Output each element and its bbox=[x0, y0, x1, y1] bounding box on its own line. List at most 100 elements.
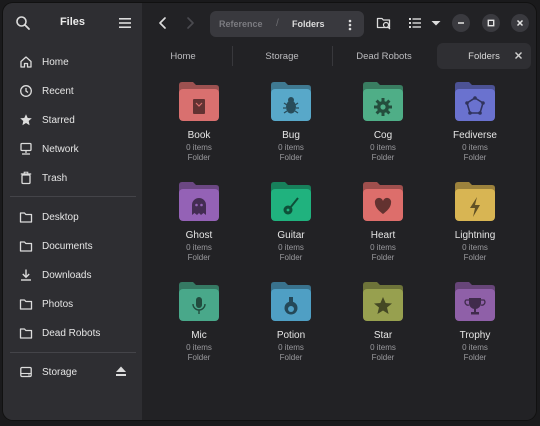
folder-item-potion[interactable]: Potion 0 items Folder bbox=[250, 279, 332, 369]
folder-item-heart[interactable]: Heart 0 items Folder bbox=[342, 179, 424, 269]
folder-item-count: 0 items bbox=[370, 243, 396, 252]
folder-type: Folder bbox=[463, 253, 487, 262]
folder-name: Fediverse bbox=[453, 130, 497, 141]
folder-item-count: 0 items bbox=[278, 243, 304, 252]
close-icon[interactable] bbox=[511, 14, 529, 32]
home-icon bbox=[19, 55, 33, 69]
folder-item-book[interactable]: Book 0 items Folder bbox=[158, 79, 240, 169]
trash-icon bbox=[19, 171, 33, 185]
maximize-icon[interactable] bbox=[482, 14, 500, 32]
folder-item-fediverse[interactable]: Fediverse 0 items Folder bbox=[434, 79, 516, 169]
folder-name: Potion bbox=[276, 330, 306, 341]
folder-type: Folder bbox=[187, 153, 211, 162]
eject-icon[interactable] bbox=[115, 365, 127, 378]
tab-bar: Home Storage Dead Robots Folders bbox=[142, 43, 536, 71]
sidebar-divider bbox=[10, 352, 136, 353]
folder-icon bbox=[19, 326, 33, 340]
sidebar-item-photos[interactable]: Photos bbox=[11, 291, 135, 317]
folder-type: Folder bbox=[371, 153, 395, 162]
path-segment-folders[interactable]: Folders bbox=[292, 19, 325, 29]
search-folder-icon[interactable] bbox=[376, 15, 392, 31]
sidebar-item-network[interactable]: Network bbox=[11, 136, 135, 162]
path-bar[interactable]: Reference / Folders bbox=[210, 11, 364, 37]
folder-item-count: 0 items bbox=[278, 343, 304, 352]
tab-storage[interactable]: Storage bbox=[234, 43, 330, 69]
sidebar: Files Home Recent Starred Network Trash bbox=[3, 3, 142, 420]
folder-type: Folder bbox=[279, 153, 303, 162]
star-icon bbox=[19, 113, 33, 127]
chevron-down-icon[interactable] bbox=[428, 15, 444, 31]
tab-folders[interactable]: Folders bbox=[437, 43, 531, 69]
sidebar-item-label: Downloads bbox=[42, 269, 92, 281]
folder-name: Ghost bbox=[185, 230, 213, 241]
minimize-icon[interactable] bbox=[452, 14, 470, 32]
back-icon[interactable] bbox=[155, 15, 171, 31]
folder-icon bbox=[19, 297, 33, 311]
tab-home[interactable]: Home bbox=[142, 43, 224, 69]
folder-item-count: 0 items bbox=[186, 343, 212, 352]
folder-type: Folder bbox=[463, 153, 487, 162]
folder-item-count: 0 items bbox=[370, 343, 396, 352]
sidebar-item-downloads[interactable]: Downloads bbox=[11, 262, 135, 288]
sidebar-item-label: Network bbox=[42, 143, 79, 155]
folder-item-count: 0 items bbox=[370, 143, 396, 152]
sidebar-item-label: Starred bbox=[42, 114, 75, 126]
tab-close-icon[interactable] bbox=[514, 51, 523, 60]
folder-type: Folder bbox=[187, 253, 211, 262]
folder-item-bug[interactable]: Bug 0 items Folder bbox=[250, 79, 332, 169]
sidebar-item-recent[interactable]: Recent bbox=[11, 78, 135, 104]
sidebar-item-starred[interactable]: Starred bbox=[11, 107, 135, 133]
folder-item-count: 0 items bbox=[462, 143, 488, 152]
sidebar-item-label: Trash bbox=[42, 172, 68, 184]
sidebar-item-label: Dead Robots bbox=[42, 327, 101, 339]
sidebar-item-label: Recent bbox=[42, 85, 74, 97]
sidebar-item-home[interactable]: Home bbox=[11, 49, 135, 75]
main-pane: Reference / Folders Home Storage Dead Ro… bbox=[142, 3, 536, 420]
network-icon bbox=[19, 142, 33, 156]
path-separator: / bbox=[276, 18, 279, 29]
tab-label: Folders bbox=[468, 50, 500, 62]
folder-type: Folder bbox=[187, 353, 211, 362]
folder-icon bbox=[19, 239, 33, 253]
folder-name: Heart bbox=[370, 230, 396, 241]
sidebar-item-label: Desktop bbox=[42, 211, 79, 223]
folder-item-lightning[interactable]: Lightning 0 items Folder bbox=[434, 179, 516, 269]
folder-type: Folder bbox=[279, 253, 303, 262]
tab-dead-robots[interactable]: Dead Robots bbox=[334, 43, 434, 69]
folder-item-star[interactable]: Star 0 items Folder bbox=[342, 279, 424, 369]
hamburger-menu-icon[interactable] bbox=[118, 16, 132, 30]
forward-icon[interactable] bbox=[182, 15, 198, 31]
folder-icon bbox=[19, 210, 33, 224]
folder-name: Star bbox=[373, 330, 393, 341]
folder-item-count: 0 items bbox=[462, 243, 488, 252]
folder-type: Folder bbox=[463, 353, 487, 362]
path-segment-reference[interactable]: Reference bbox=[219, 19, 263, 29]
sidebar-item-trash[interactable]: Trash bbox=[11, 165, 135, 191]
sidebar-item-storage[interactable]: Storage bbox=[11, 359, 135, 385]
sidebar-item-dead-robots[interactable]: Dead Robots bbox=[11, 320, 135, 346]
folder-type: Folder bbox=[279, 353, 303, 362]
download-icon bbox=[19, 268, 33, 282]
sidebar-item-desktop[interactable]: Desktop bbox=[11, 204, 135, 230]
tab-divider bbox=[232, 46, 233, 66]
folder-item-count: 0 items bbox=[462, 343, 488, 352]
folder-item-guitar[interactable]: Guitar 0 items Folder bbox=[250, 179, 332, 269]
folder-item-cog[interactable]: Cog 0 items Folder bbox=[342, 79, 424, 169]
sidebar-item-label: Documents bbox=[42, 240, 93, 252]
folder-type: Folder bbox=[371, 353, 395, 362]
folder-name: Book bbox=[187, 130, 211, 141]
folder-item-ghost[interactable]: Ghost 0 items Folder bbox=[158, 179, 240, 269]
folder-item-mic[interactable]: Mic 0 items Folder bbox=[158, 279, 240, 369]
sidebar-item-documents[interactable]: Documents bbox=[11, 233, 135, 259]
sidebar-item-label: Home bbox=[42, 56, 69, 68]
folder-name: Cog bbox=[373, 130, 393, 141]
tab-divider bbox=[332, 46, 333, 66]
folder-item-trophy[interactable]: Trophy 0 items Folder bbox=[434, 279, 516, 369]
folder-name: Mic bbox=[191, 330, 207, 341]
clock-icon bbox=[19, 84, 33, 98]
folder-item-count: 0 items bbox=[186, 243, 212, 252]
more-options-icon[interactable] bbox=[348, 18, 352, 31]
drive-icon bbox=[19, 365, 33, 379]
list-view-icon[interactable] bbox=[407, 15, 423, 31]
sidebar-header: Files bbox=[3, 3, 142, 43]
